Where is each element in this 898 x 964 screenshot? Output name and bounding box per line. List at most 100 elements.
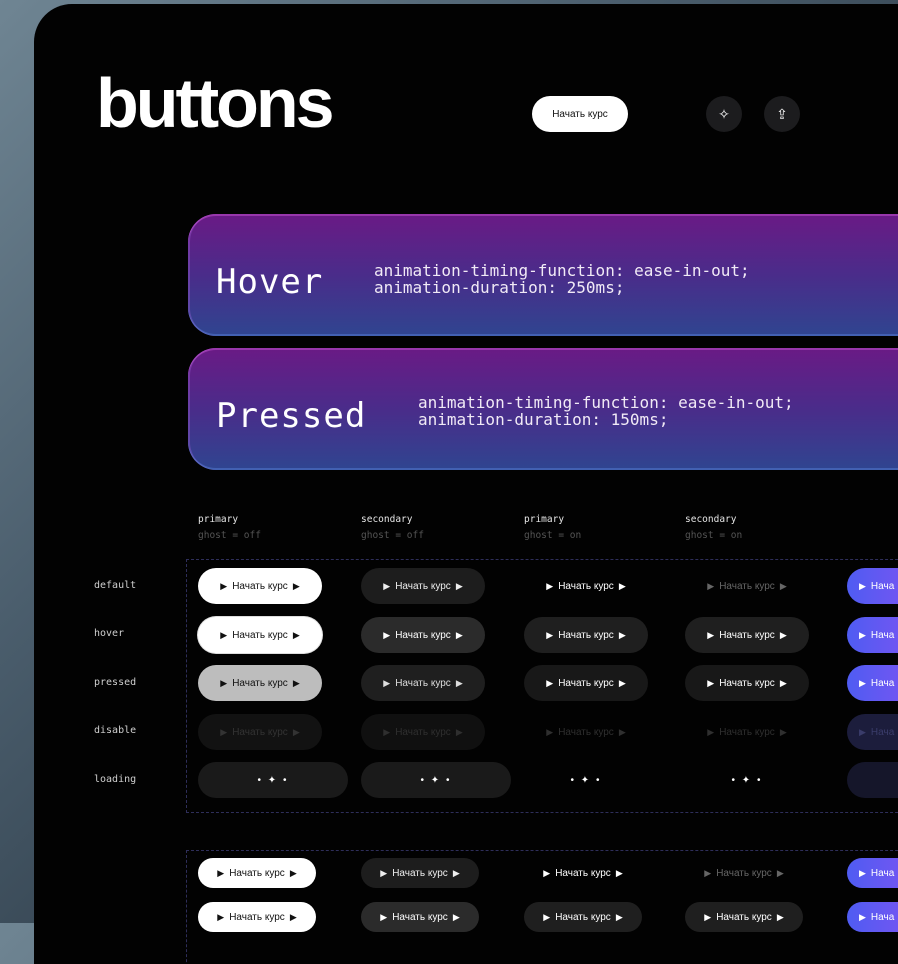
button-label: Начать курс <box>232 629 288 641</box>
column-type: secondary <box>685 514 737 525</box>
primary-ghost-small-button[interactable]: ▶ Начать курс ▶ <box>524 858 642 888</box>
button-label: Начать курс <box>719 580 775 592</box>
column-ghost: ghost = on <box>524 530 582 541</box>
accent-pressed-button[interactable]: ▶ Нача <box>847 665 898 701</box>
play-icon: ▶ <box>546 629 554 640</box>
start-course-button[interactable]: Начать курс <box>532 96 628 132</box>
column-header: primary ghost = on <box>524 512 581 544</box>
play-icon: ▶ <box>704 867 712 878</box>
play-icon: ▶ <box>380 911 388 922</box>
secondary-small-button[interactable]: ▶ Начать курс ▶ <box>361 858 479 888</box>
play-icon: ▶ <box>859 677 866 688</box>
secondary-disabled-button: ▶ Начать курс ▶ <box>361 714 485 750</box>
card-code: animation-timing-function: ease-in-out; a… <box>374 262 750 296</box>
share-icon[interactable]: ⇪ <box>764 96 800 132</box>
play-icon: ▶ <box>618 677 626 688</box>
secondary-ghost-default-button[interactable]: ▶ Начать курс ▶ <box>685 568 809 604</box>
primary-pressed-button[interactable]: ▶ Начать курс ▶ <box>198 665 322 701</box>
column-ghost: ghost = on <box>685 530 743 541</box>
play-icon: ▶ <box>546 677 554 688</box>
column-type: secondary <box>361 514 413 525</box>
row-label-loading: loading <box>94 774 137 785</box>
primary-ghost-pressed-button[interactable]: ▶ Начать курс ▶ <box>524 665 648 701</box>
primary-small-button[interactable]: ▶ Начать курс ▶ <box>198 858 316 888</box>
primary-default-button[interactable]: ▶ Начать курс ▶ <box>198 568 322 604</box>
button-label: Нача <box>870 580 895 592</box>
button-label: Начать курс <box>395 580 451 592</box>
play-icon: ▶ <box>779 580 787 591</box>
secondary-hover-button[interactable]: ▶ Начать курс ▶ <box>361 617 485 653</box>
play-icon: ▶ <box>779 629 787 640</box>
pressed-card: Pressed animation-timing-function: ease-… <box>188 348 898 470</box>
primary-small-hover-button[interactable]: ▶ Начать курс ▶ <box>198 902 316 932</box>
card-title: Pressed <box>216 396 367 436</box>
button-label: Начать курс <box>232 677 288 689</box>
play-icon: ▶ <box>455 629 463 640</box>
play-icon: ▶ <box>776 867 784 878</box>
play-icon: ▶ <box>383 580 391 591</box>
play-icon: ▶ <box>383 677 391 688</box>
secondary-pressed-button[interactable]: ▶ Начать курс ▶ <box>361 665 485 701</box>
play-icon: ▶ <box>452 867 460 878</box>
hover-card: Hover animation-timing-function: ease-in… <box>188 214 898 336</box>
play-icon: ▶ <box>292 580 300 591</box>
button-label: Начать курс <box>555 911 611 923</box>
play-icon: ▶ <box>220 726 228 737</box>
secondary-ghost-disabled-button: ▶ Начать курс ▶ <box>685 714 809 750</box>
row-label-hover: hover <box>94 628 125 639</box>
primary-ghost-default-button[interactable]: ▶ Начать курс ▶ <box>524 568 648 604</box>
main-panel: buttons Начать курс ✧ ⇪ Hover animation-… <box>34 4 898 964</box>
button-label: Начать курс <box>395 726 451 738</box>
button-label: Начать курс <box>558 677 614 689</box>
code-line: animation-duration: 150ms; <box>418 410 669 429</box>
button-label: Начать курс <box>229 867 285 879</box>
play-icon: ▶ <box>220 629 228 640</box>
primary-ghost-small-hover-button[interactable]: ▶ Начать курс ▶ <box>524 902 642 932</box>
code-line: animation-timing-function: ease-in-out; <box>374 261 750 280</box>
accent-small-button[interactable]: ▶ Нача <box>847 858 898 888</box>
row-label-pressed: pressed <box>94 677 137 688</box>
accent-hover-button[interactable]: ▶ Нача <box>847 617 898 653</box>
play-icon: ▶ <box>383 629 391 640</box>
sparkle-icon[interactable]: ✧ <box>706 96 742 132</box>
play-icon: ▶ <box>292 726 300 737</box>
column-header: secondary ghost = off <box>361 512 424 544</box>
accent-default-button[interactable]: ▶ Нача <box>847 568 898 604</box>
play-icon: ▶ <box>455 677 463 688</box>
primary-loading-button: • ✦ • <box>198 762 348 798</box>
secondary-ghost-small-hover-button[interactable]: ▶ Начать курс ▶ <box>685 902 803 932</box>
play-icon: ▶ <box>452 911 460 922</box>
button-label: Начать курс <box>716 911 772 923</box>
accent-small-hover-button[interactable]: ▶ Нача <box>847 902 898 932</box>
accent-loading-button <box>847 762 898 798</box>
button-label: Начать курс <box>719 677 775 689</box>
secondary-ghost-small-button[interactable]: ▶ Начать курс ▶ <box>685 858 803 888</box>
button-label: Начать курс <box>392 867 448 879</box>
play-icon: ▶ <box>707 629 715 640</box>
primary-ghost-hover-button[interactable]: ▶ Начать курс ▶ <box>524 617 648 653</box>
secondary-ghost-pressed-button[interactable]: ▶ Начать курс ▶ <box>685 665 809 701</box>
play-icon: ▶ <box>859 726 866 737</box>
play-icon: ▶ <box>707 580 715 591</box>
button-label: Нача <box>870 867 895 879</box>
secondary-ghost-hover-button[interactable]: ▶ Начать курс ▶ <box>685 617 809 653</box>
button-label: Начать курс <box>229 911 285 923</box>
button-label: Начать курс <box>392 911 448 923</box>
play-icon: ▶ <box>220 580 228 591</box>
column-ghost: ghost = off <box>361 530 424 541</box>
button-label: Начать курс <box>395 629 451 641</box>
primary-disabled-button: ▶ Начать курс ▶ <box>198 714 322 750</box>
button-label: Нача <box>870 629 895 641</box>
row-label-default: default <box>94 580 137 591</box>
play-icon: ▶ <box>618 726 626 737</box>
code-line: animation-timing-function: ease-in-out; <box>418 393 794 412</box>
button-label: Начать курс <box>716 867 772 879</box>
play-icon: ▶ <box>859 629 866 640</box>
button-label: Нача <box>870 677 895 689</box>
play-icon: ▶ <box>383 726 391 737</box>
play-icon: ▶ <box>289 911 297 922</box>
secondary-default-button[interactable]: ▶ Начать курс ▶ <box>361 568 485 604</box>
button-label: Начать курс <box>719 726 775 738</box>
primary-hover-button[interactable]: ▶ Начать курс ▶ <box>198 617 322 653</box>
secondary-small-hover-button[interactable]: ▶ Начать курс ▶ <box>361 902 479 932</box>
